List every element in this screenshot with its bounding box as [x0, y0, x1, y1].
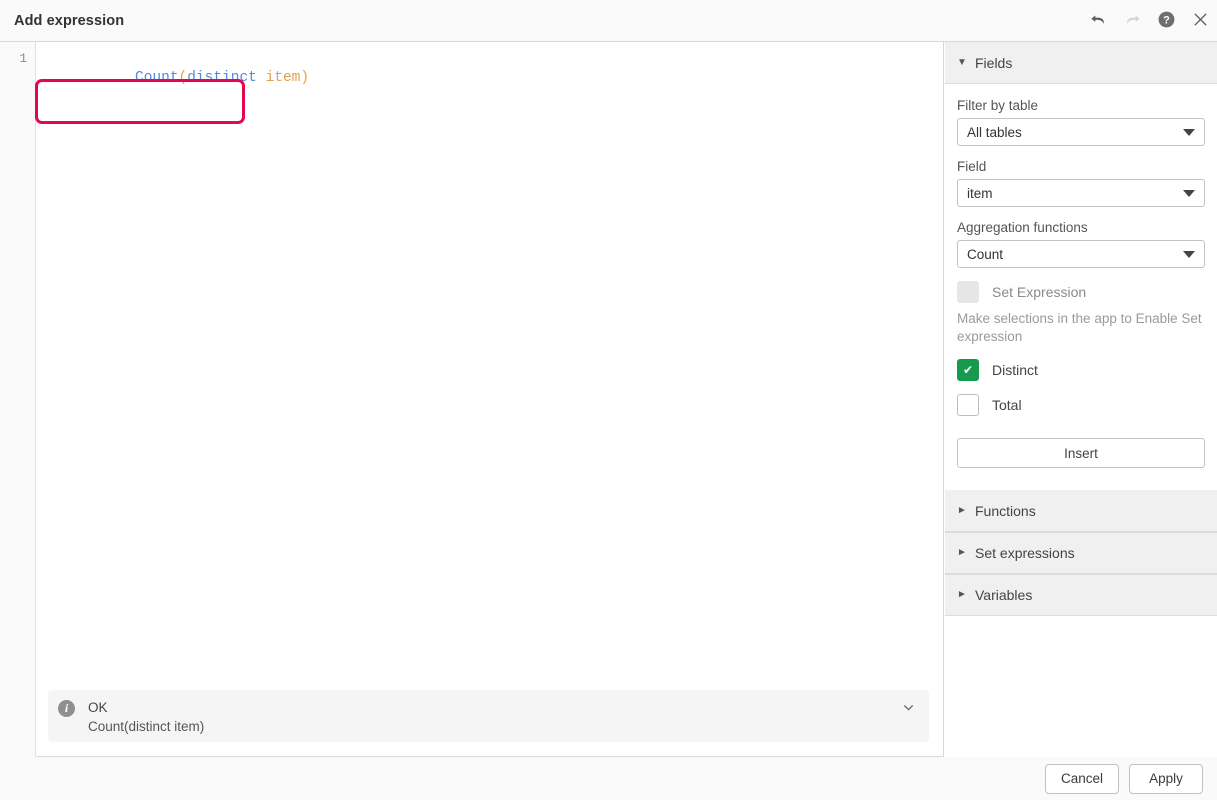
aggregation-functions-label: Aggregation functions	[957, 220, 1205, 235]
titlebar-tools: ?	[1081, 0, 1217, 41]
add-expression-dialog: Add expression	[0, 0, 1217, 800]
accordion-label-fields: Fields	[975, 55, 1012, 71]
chevron-down-icon	[1183, 251, 1195, 258]
cancel-button[interactable]: Cancel	[1045, 764, 1119, 794]
expression-editor[interactable]: 1 Count(distinct item) i OK Count(distin…	[0, 42, 944, 757]
accordion-label-functions: Functions	[975, 503, 1036, 519]
info-icon: i	[58, 700, 75, 717]
help-button[interactable]: ?	[1149, 0, 1183, 42]
dialog-main: 1 Count(distinct item) i OK Count(distin…	[0, 42, 1217, 757]
field-select[interactable]: item	[957, 179, 1205, 207]
dialog-titlebar: Add expression	[0, 0, 1217, 42]
accordion-label-set-expressions: Set expressions	[975, 545, 1075, 561]
token-keyword: distinct	[187, 70, 257, 86]
filter-by-table-label: Filter by table	[957, 98, 1205, 113]
editor-code-area[interactable]: Count(distinct item)	[36, 42, 943, 756]
distinct-checkbox[interactable]	[957, 359, 979, 381]
editor-gutter: 1	[0, 42, 36, 757]
redo-icon	[1123, 10, 1142, 32]
token-open-paren: (	[179, 70, 188, 86]
aggregation-functions-select[interactable]: Count	[957, 240, 1205, 268]
token-field: item	[266, 70, 301, 86]
redo-button[interactable]	[1115, 0, 1149, 42]
token-close-paren: )	[300, 70, 309, 86]
status-expand-button[interactable]	[897, 699, 919, 721]
insert-button[interactable]: Insert	[957, 438, 1205, 468]
dialog-footer: Cancel Apply	[0, 757, 1217, 800]
dialog-title: Add expression	[14, 13, 124, 29]
chevron-down-icon	[902, 701, 915, 719]
undo-button[interactable]	[1081, 0, 1115, 42]
expression-line[interactable]: Count(distinct item)	[48, 51, 943, 105]
filter-by-table-select[interactable]: All tables	[957, 118, 1205, 146]
token-space	[257, 70, 266, 86]
chevron-down-icon	[1183, 129, 1195, 136]
field-label: Field	[957, 159, 1205, 174]
distinct-checkbox-row[interactable]: Distinct	[957, 359, 1205, 381]
aggregation-functions-value: Count	[967, 247, 1003, 262]
undo-icon	[1089, 10, 1108, 32]
collapsed-sections: ► Functions ► Set expressions ► Variable…	[945, 490, 1217, 616]
chevron-down-icon	[1183, 190, 1195, 197]
set-expression-checkbox[interactable]	[957, 281, 979, 303]
token-function: Count	[135, 70, 179, 86]
accordion-header-variables[interactable]: ► Variables	[945, 574, 1217, 616]
caret-right-icon: ►	[957, 590, 975, 600]
total-label: Total	[992, 397, 1022, 413]
accordion-header-set-expressions[interactable]: ► Set expressions	[945, 532, 1217, 574]
validation-status-title: OK	[88, 699, 204, 716]
accordion-label-variables: Variables	[975, 587, 1032, 603]
distinct-label: Distinct	[992, 362, 1038, 378]
caret-right-icon: ►	[957, 548, 975, 558]
accordion-header-fields[interactable]: ▼ Fields	[945, 42, 1217, 84]
caret-down-icon: ▼	[957, 58, 975, 68]
validation-status-text: OK Count(distinct item)	[88, 699, 204, 738]
set-expression-label: Set Expression	[992, 284, 1086, 300]
accordion-header-functions[interactable]: ► Functions	[945, 490, 1217, 532]
close-button[interactable]	[1183, 0, 1217, 42]
help-icon: ?	[1157, 10, 1176, 32]
total-checkbox-row[interactable]: Total	[957, 394, 1205, 416]
fields-panel-body: Filter by table All tables Field item Ag…	[945, 84, 1217, 468]
svg-text:?: ?	[1163, 14, 1170, 26]
set-expression-checkbox-row[interactable]: Set Expression	[957, 281, 1205, 303]
validation-status-bar: i OK Count(distinct item)	[48, 690, 929, 742]
filter-by-table-value: All tables	[967, 125, 1022, 140]
close-icon	[1192, 11, 1209, 31]
line-number: 1	[0, 42, 35, 66]
apply-button[interactable]: Apply	[1129, 764, 1203, 794]
field-value: item	[967, 186, 993, 201]
validation-status-detail: Count(distinct item)	[88, 716, 204, 738]
right-panel: ▼ Fields Filter by table All tables Fiel…	[945, 42, 1217, 757]
total-checkbox[interactable]	[957, 394, 979, 416]
caret-right-icon: ►	[957, 506, 975, 516]
set-expression-hint: Make selections in the app to Enable Set…	[957, 310, 1205, 346]
